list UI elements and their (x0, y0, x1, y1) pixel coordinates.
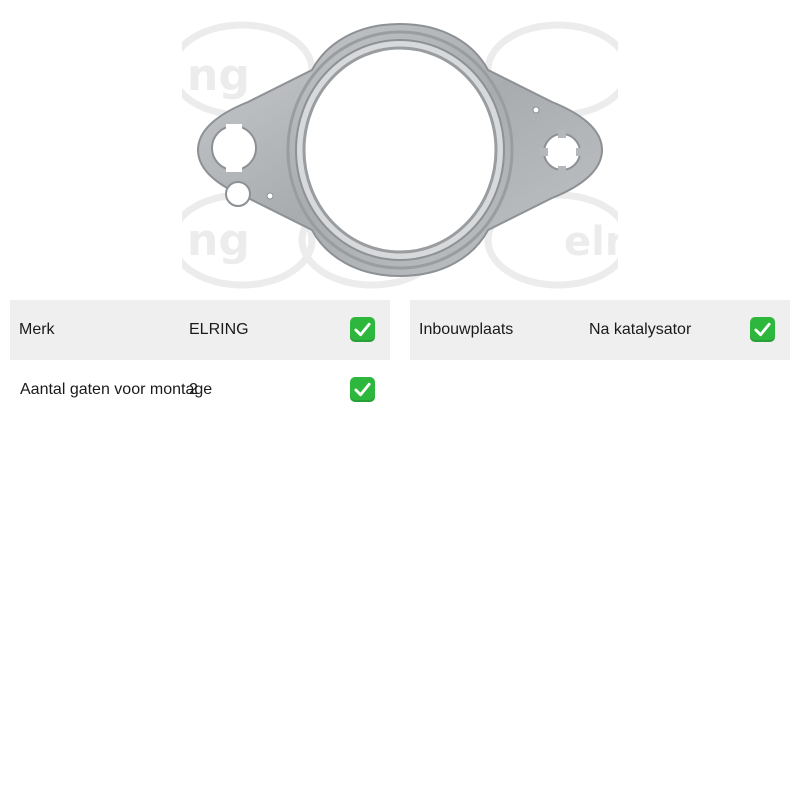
product-image: el ng ng elr (182, 10, 618, 290)
spec-label: Merk (19, 321, 55, 338)
check-mark-icon (750, 300, 776, 360)
gasket-image: el ng ng elr (182, 21, 618, 289)
svg-text:ng: ng (187, 215, 250, 266)
product-page: el ng ng elr (0, 0, 800, 800)
spec-row-mounting-holes: Aantal gaten voor montage 2 (10, 360, 390, 420)
check-mark-icon (350, 300, 376, 360)
svg-text:ng: ng (187, 50, 250, 101)
gasket-shape (196, 22, 604, 278)
spec-value: Na katalysator (589, 321, 692, 338)
svg-text:elr: elr (564, 219, 618, 265)
spec-label: Aantal gaten voor montage (20, 381, 213, 398)
spec-value: 2 (189, 381, 198, 398)
spec-row-brand: Merk ELRING (10, 300, 390, 360)
check-mark-icon (350, 360, 376, 420)
spec-label: Inbouwplaats (419, 321, 514, 338)
spec-row-position: Inbouwplaats Na katalysator (410, 300, 790, 360)
spec-value: ELRING (189, 321, 249, 338)
